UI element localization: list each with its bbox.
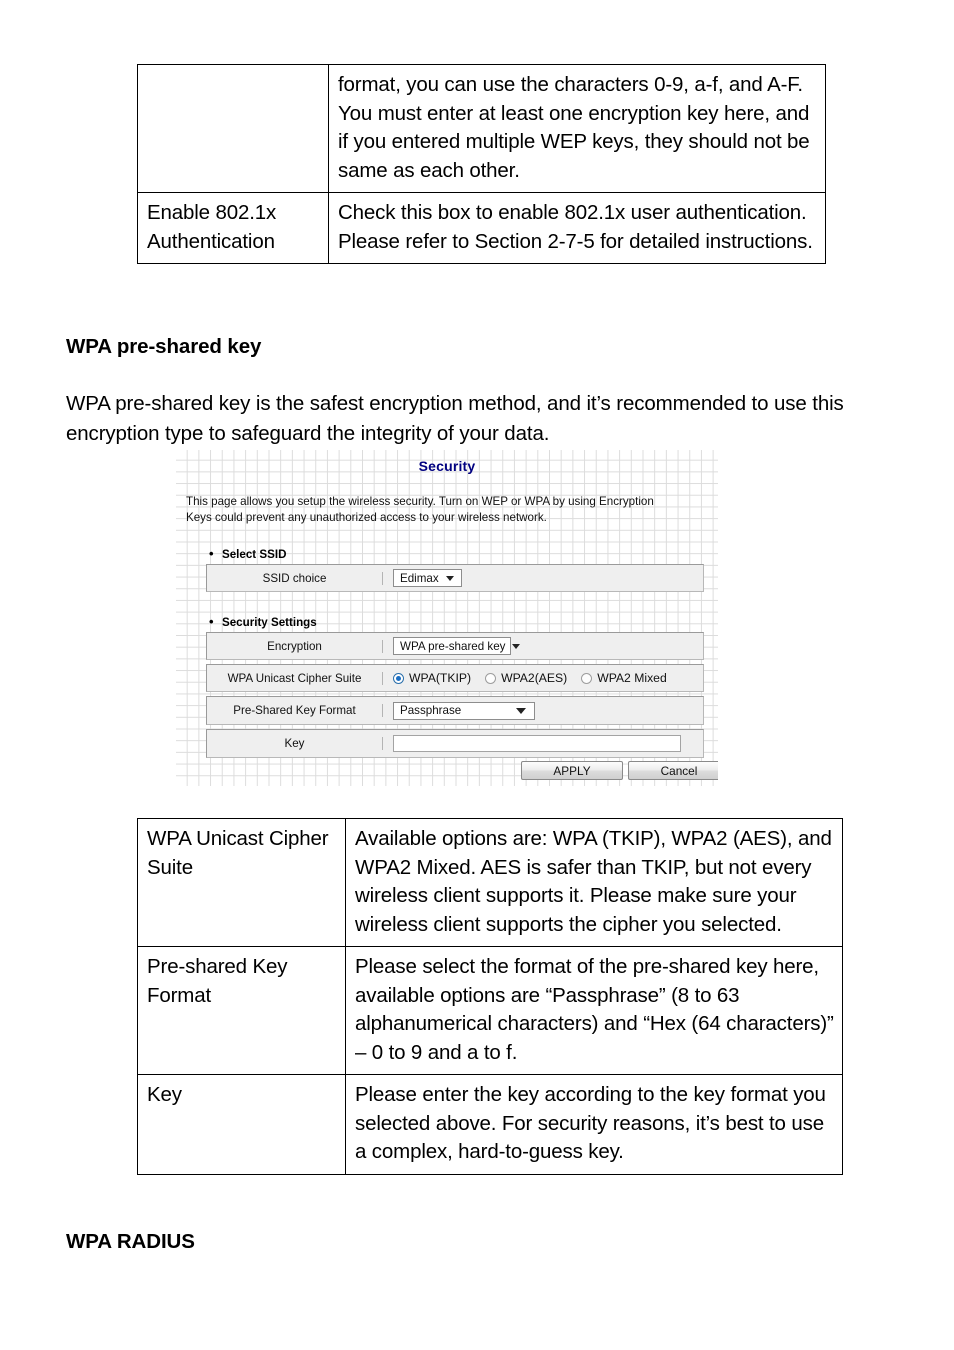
table-cell-label: Pre-shared Key Format xyxy=(137,946,346,1075)
label-cipher-suite: WPA Unicast Cipher Suite xyxy=(207,671,383,685)
field-value-cipher-suite: WPA(TKIP) WPA2(AES) WPA2 Mixed xyxy=(383,671,703,685)
section-heading-security-settings: Security Settings xyxy=(222,614,317,629)
field-row-key-format: Pre-Shared Key Format Passphrase xyxy=(206,696,704,725)
table-cell-label: Key xyxy=(137,1074,346,1175)
field-row-encryption: Encryption WPA pre-shared key xyxy=(206,632,704,660)
table-cell-label: Enable 802.1x Authentication xyxy=(137,192,329,264)
document-page: format, you can use the characters 0-9, … xyxy=(0,0,954,1350)
label-ssid-choice: SSID choice xyxy=(207,571,383,585)
dropdown-key-format[interactable]: Passphrase xyxy=(393,701,535,720)
section-heading-select-ssid: Select SSID xyxy=(222,546,286,561)
field-row-key: Key xyxy=(206,729,704,758)
embedded-router-screenshot: Security This page allows you setup the … xyxy=(176,450,718,786)
field-value-key-format: Passphrase xyxy=(383,701,703,720)
field-value-key xyxy=(383,735,703,752)
table-wpa-psk-settings: WPA Unicast Cipher Suite Available optio… xyxy=(137,818,843,1175)
key-input[interactable] xyxy=(393,735,681,752)
dropdown-encryption-value: WPA pre-shared key xyxy=(400,639,506,653)
radio-label-wpa-tkip: WPA(TKIP) xyxy=(409,671,472,685)
dropdown-ssid-choice[interactable]: Edimax xyxy=(393,569,462,587)
paragraph-intro: WPA pre-shared key is the safest encrypt… xyxy=(66,392,844,445)
table-wep-settings: format, you can use the characters 0-9, … xyxy=(137,64,826,264)
table-row: Key Please enter the key according to th… xyxy=(137,1074,843,1175)
radio-option-wpa2-aes[interactable]: WPA2(AES) xyxy=(485,671,567,685)
heading-wpa-pre-shared-key: WPA pre-shared key xyxy=(66,335,262,358)
field-value-ssid-choice: Edimax xyxy=(383,569,703,587)
table-cell-description: Check this box to enable 802.1x user aut… xyxy=(328,192,826,264)
radio-button-icon xyxy=(393,672,404,684)
table-row: WPA Unicast Cipher Suite Available optio… xyxy=(137,818,843,947)
field-row-cipher-suite: WPA Unicast Cipher Suite WPA(TKIP) WPA2(… xyxy=(206,664,704,692)
table-row: Pre-shared Key Format Please select the … xyxy=(137,946,843,1075)
router-page-title: Security xyxy=(418,458,476,474)
table-cell-label-empty xyxy=(137,64,329,193)
radio-label-wpa2-aes: WPA2(AES) xyxy=(501,671,568,685)
table-row: Enable 802.1x Authentication Check this … xyxy=(137,192,826,264)
table-cell-description: Available options are: WPA (TKIP), WPA2 … xyxy=(345,818,843,947)
apply-button[interactable]: APPLY xyxy=(521,761,623,780)
radio-button-icon xyxy=(581,672,593,684)
table-cell-description: format, you can use the characters 0-9, … xyxy=(328,64,826,193)
cancel-button[interactable]: Cancel xyxy=(628,761,718,780)
chevron-down-icon xyxy=(516,707,526,714)
dropdown-key-format-value: Passphrase xyxy=(400,704,462,717)
dropdown-encryption[interactable]: WPA pre-shared key xyxy=(393,637,521,655)
table-cell-description: Please select the format of the pre-shar… xyxy=(345,946,843,1075)
radio-option-wpa-tkip[interactable]: WPA(TKIP) xyxy=(393,671,471,685)
label-encryption: Encryption xyxy=(207,639,383,653)
field-row-ssid-choice: SSID choice Edimax xyxy=(206,564,704,592)
label-key-format: Pre-Shared Key Format xyxy=(207,704,383,717)
table-row: format, you can use the characters 0-9, … xyxy=(137,64,826,193)
label-key: Key xyxy=(207,737,383,750)
radio-group-cipher-suite: WPA(TKIP) WPA2(AES) WPA2 Mixed xyxy=(393,671,667,685)
chevron-down-icon xyxy=(512,643,521,649)
router-page-description: This page allows you setup the wireless … xyxy=(186,495,654,524)
radio-label-wpa2-mixed: WPA2 Mixed xyxy=(597,671,667,685)
radio-option-wpa2-mixed[interactable]: WPA2 Mixed xyxy=(581,671,667,685)
heading-wpa-radius: WPA RADIUS xyxy=(66,1230,195,1253)
chevron-down-icon xyxy=(445,575,454,581)
radio-button-icon xyxy=(485,672,497,684)
field-value-encryption: WPA pre-shared key xyxy=(383,637,703,655)
dropdown-ssid-choice-value: Edimax xyxy=(400,571,439,585)
table-cell-label: WPA Unicast Cipher Suite xyxy=(137,818,346,947)
table-cell-description: Please enter the key according to the ke… xyxy=(345,1074,843,1175)
